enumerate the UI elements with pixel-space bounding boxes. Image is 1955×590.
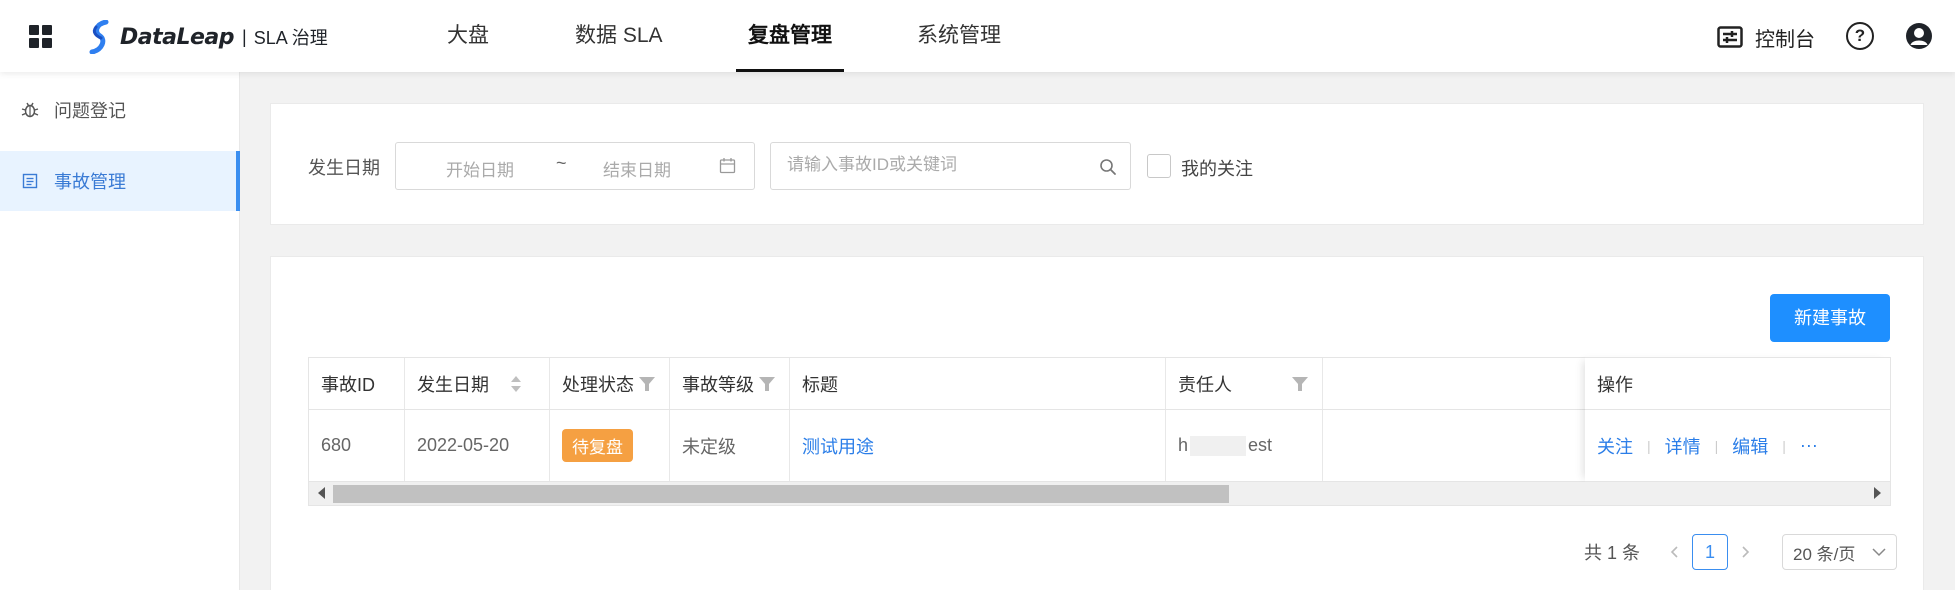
action-separator: | [1714,437,1719,454]
horizontal-scrollbar[interactable] [308,482,1891,506]
filter-panel: 发生日期 开始日期 ~ 结束日期 我的关注 [270,103,1924,225]
incident-title-link[interactable]: 测试用途 [802,433,874,459]
edit-action-link[interactable]: 编辑 [1732,433,1768,459]
column-header-date[interactable]: 发生日期 [405,358,550,409]
nav-tab-data-sla[interactable]: 数据 SLA [575,0,663,72]
page-size-value: 20 条/页 [1793,544,1856,564]
user-avatar-icon[interactable] [1905,22,1933,50]
column-header-level: 事故等级 [670,358,790,409]
next-page-icon[interactable] [1738,545,1752,559]
cell-date: 2022-05-20 [405,410,550,481]
date-range-picker[interactable]: 开始日期 ~ 结束日期 [395,142,755,190]
scrollbar-thumb[interactable] [333,485,1229,503]
my-follow-label[interactable]: 我的关注 [1181,155,1253,181]
date-filter-label: 发生日期 [308,158,380,178]
cell-status: 待复盘 [550,410,670,481]
brand-name: DataLeap [120,24,235,50]
cell-owner: h est [1166,410,1323,481]
cell-incident-id: 680 [309,410,405,481]
nav-tab-postmortem[interactable]: 复盘管理 [736,0,844,72]
column-header-label: 操作 [1597,374,1633,395]
column-header-owner: 责任人 [1166,358,1323,409]
scroll-left-arrow-icon[interactable] [318,487,325,499]
follow-action-link[interactable]: 关注 [1597,433,1633,459]
search-icon[interactable] [1099,158,1117,176]
filter-icon[interactable] [639,377,655,391]
sidebar-item-issue-register[interactable]: 问题登记 [0,80,240,140]
sidebar-item-incident-management[interactable]: 事故管理 [0,151,240,211]
brand-logo[interactable]: DataLeap | SLA 治理 [88,18,328,56]
redacted-mask [1190,435,1247,456]
operations-column: 操作 关注 | 详情 | 编辑 | ··· [1585,357,1891,482]
column-header-label: 标题 [802,374,838,395]
action-separator: | [1647,437,1651,454]
page-number-current[interactable]: 1 [1692,534,1729,570]
cell-title: 测试用途 [790,410,1166,481]
filter-icon[interactable] [759,377,775,391]
console-button[interactable]: 控制台 [1717,22,1815,52]
owner-name-suffix: est [1248,435,1273,455]
pagination: 共 1 条 1 20 条/页 [1584,534,1898,570]
help-icon[interactable]: ? [1846,22,1874,50]
column-header-actions: 操作 [1585,357,1891,410]
chevron-down-icon [1872,548,1886,557]
pagination-total: 共 1 条 [1584,543,1641,563]
sidebar: 问题登记 事故管理 [0,72,240,590]
app-grid-icon[interactable] [29,25,52,48]
column-header-status: 处理状态 [550,358,670,409]
column-header-title: 标题 [790,358,1166,409]
end-date-input[interactable]: 结束日期 [603,156,671,181]
prev-page-icon[interactable] [1668,545,1682,559]
filter-icon[interactable] [1292,377,1308,391]
owner-name-prefix: h [1178,435,1189,455]
bug-icon [20,100,40,120]
more-actions-icon[interactable]: ··· [1800,435,1818,456]
start-date-input[interactable]: 开始日期 [446,156,514,181]
column-header-label: 处理状态 [562,374,634,395]
console-label: 控制台 [1755,28,1815,51]
console-icon [1717,26,1743,48]
row-actions: 关注 | 详情 | 编辑 | ··· [1585,410,1891,482]
list-icon [20,171,40,191]
status-badge: 待复盘 [562,429,633,462]
brand-separator: | [242,26,247,47]
nav-tab-dashboard[interactable]: 大盘 [447,0,489,72]
calendar-icon[interactable] [719,157,736,174]
new-incident-button[interactable]: 新建事故 [1770,294,1890,342]
column-header-label: 事故等级 [682,374,754,395]
top-navigation-bar: DataLeap | SLA 治理 大盘 数据 SLA 复盘管理 系统管理 控制… [0,0,1955,72]
search-field[interactable] [770,142,1131,190]
sidebar-item-label: 事故管理 [54,172,126,192]
sidebar-item-label: 问题登记 [54,101,126,121]
incident-list-panel: 新建事故 事故ID 发生日期 处理状态 事故等级 标题 责任人 680 2022… [270,256,1924,590]
page-size-select[interactable]: 20 条/页 [1782,534,1898,570]
column-header-label: 发生日期 [417,374,489,395]
brand-subtitle: SLA 治理 [253,28,328,48]
column-header-label: 事故ID [321,374,375,395]
scroll-right-arrow-icon[interactable] [1874,487,1881,499]
nav-tab-system[interactable]: 系统管理 [917,0,1001,72]
dataleap-logo-icon [89,20,109,54]
incident-table: 事故ID 发生日期 处理状态 事故等级 标题 责任人 680 2022-05-2… [308,357,1891,507]
date-range-separator: ~ [556,153,567,173]
column-header-id: 事故ID [309,358,405,409]
my-follow-checkbox[interactable] [1147,154,1171,178]
detail-action-link[interactable]: 详情 [1665,433,1701,459]
column-header-label: 责任人 [1178,374,1232,395]
cell-level: 未定级 [670,410,790,481]
search-input[interactable] [787,155,1087,175]
action-separator: | [1782,437,1786,454]
sort-icon[interactable] [510,374,522,394]
